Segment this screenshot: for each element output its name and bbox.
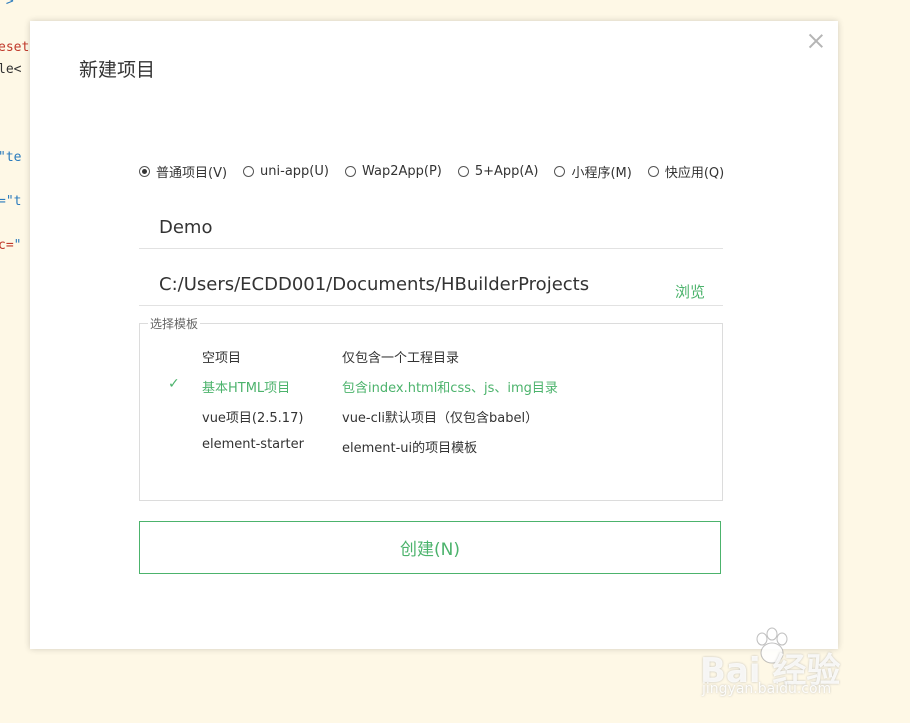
radio-quick-app[interactable]: 快应用(Q) [647, 162, 725, 181]
template-selector: 选择模板 空项目 仅包含一个工程目录 ✓ 基本HTML项目 包含index.ht… [139, 315, 723, 501]
template-legend: 选择模板 [148, 315, 201, 332]
radio-label: 快应用(Q) [664, 166, 725, 181]
template-name: vue项目(2.5.17) [202, 411, 304, 426]
template-desc: vue-cli默认项目（仅包含babel） [342, 411, 539, 426]
code-line: le< [0, 62, 22, 77]
radio-label: Wap2App(P) [361, 164, 442, 179]
radio-normal-project[interactable]: 普通项目(V) [139, 162, 227, 181]
project-path-field: 浏览 [139, 261, 723, 306]
code-line: c=" [0, 238, 22, 253]
check-icon: ✓ [168, 376, 180, 392]
template-row-basic-html[interactable]: ✓ 基本HTML项目 包含index.html和css、js、img目录 [140, 374, 720, 398]
template-desc: element-ui的项目模板 [342, 441, 478, 456]
project-name-field [139, 204, 723, 249]
template-row-empty[interactable]: 空项目 仅包含一个工程目录 [140, 344, 720, 368]
radio-unchecked-icon [647, 166, 659, 177]
project-type-radio-group: 普通项目(V) uni-app(U) Wap2App(P) 5+App(A) 小… [139, 162, 740, 181]
code-line: eset [0, 40, 30, 55]
dialog-title: 新建项目 [79, 59, 156, 81]
new-project-dialog: 新建项目 普通项目(V) uni-app(U) Wap2App(P) 5+App… [30, 21, 838, 649]
template-row-element-starter[interactable]: element-starter element-ui的项目模板 [140, 434, 720, 458]
template-name: 空项目 [202, 351, 242, 366]
radio-unchecked-icon [243, 166, 255, 177]
baidu-jingyan-watermark: Bai 经验 jingyan.baidu.com [700, 625, 870, 705]
template-name: 基本HTML项目 [202, 381, 291, 396]
radio-label: 普通项目(V) [156, 166, 228, 181]
radio-checked-icon [139, 166, 150, 177]
watermark-url: jingyan.baidu.com [702, 681, 832, 697]
browse-button[interactable]: 浏览 [675, 281, 705, 302]
create-button[interactable]: 创建(N) [139, 521, 721, 574]
radio-unchecked-icon [344, 166, 356, 177]
radio-mini-program[interactable]: 小程序(M) [554, 162, 632, 181]
radio-unchecked-icon [457, 166, 469, 177]
code-line: ="t [0, 194, 22, 209]
template-desc: 仅包含一个工程目录 [342, 351, 460, 366]
template-name: element-starter [202, 437, 304, 452]
template-desc: 包含index.html和css、js、img目录 [342, 381, 558, 396]
radio-label: uni-app(U) [260, 164, 329, 179]
radio-5plus-app[interactable]: 5+App(A) [457, 162, 539, 181]
code-line: "> [0, 0, 14, 9]
project-name-input[interactable] [159, 214, 659, 240]
radio-uni-app[interactable]: uni-app(U) [243, 162, 329, 181]
radio-unchecked-icon [554, 166, 566, 177]
project-path-input[interactable] [159, 271, 659, 297]
template-row-vue[interactable]: vue项目(2.5.17) vue-cli默认项目（仅包含babel） [140, 404, 720, 428]
close-icon[interactable] [807, 32, 825, 50]
code-line: "te [0, 150, 22, 165]
radio-wap2app[interactable]: Wap2App(P) [344, 162, 442, 181]
radio-label: 小程序(M) [571, 166, 632, 181]
radio-label: 5+App(A) [474, 164, 539, 179]
